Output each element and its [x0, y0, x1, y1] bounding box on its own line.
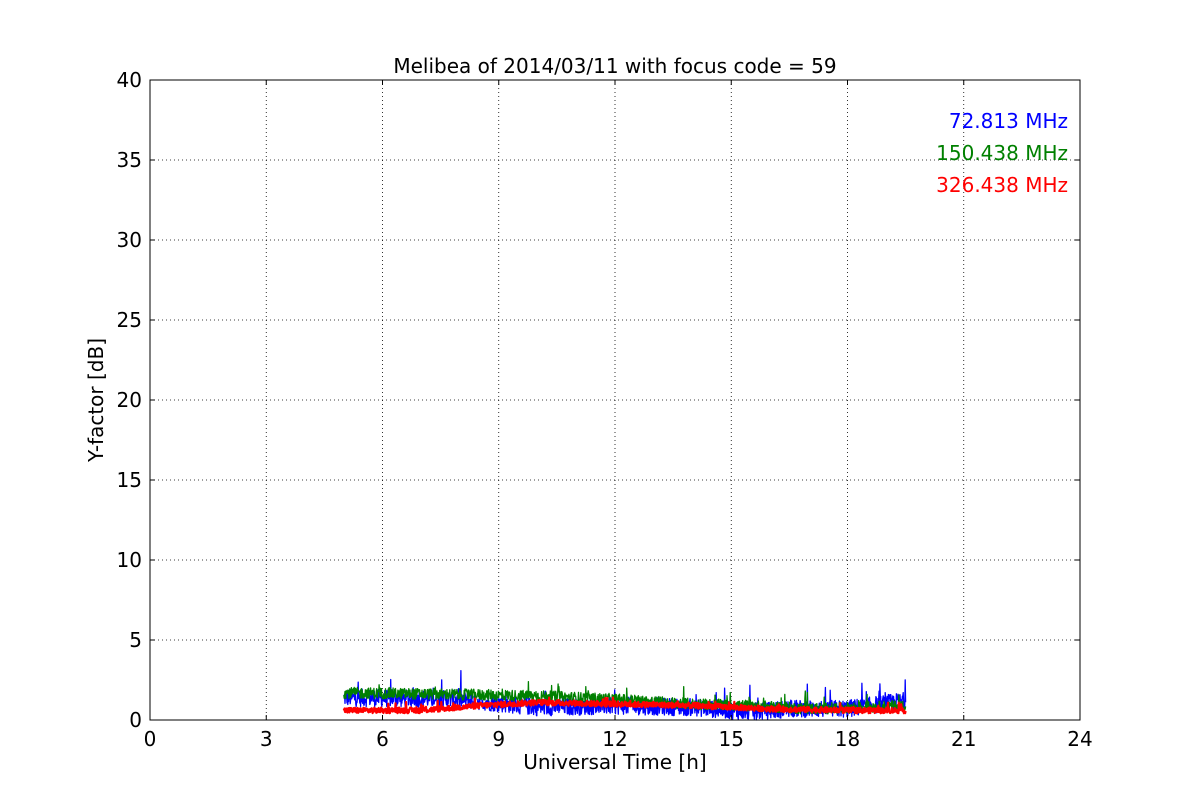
legend-entry: 326.438 MHz — [936, 173, 1068, 197]
x-tick-label: 12 — [602, 727, 627, 751]
x-tick-label: 0 — [144, 727, 157, 751]
legend-entry: 72.813 MHz — [949, 109, 1068, 133]
y-axis-label: Y-factor [dB] — [84, 338, 108, 463]
y-tick-label: 40 — [117, 68, 142, 92]
x-tick-label: 21 — [951, 727, 976, 751]
x-axis-label: Universal Time [h] — [523, 750, 706, 774]
x-tick-label: 9 — [492, 727, 505, 751]
legend: 72.813 MHz 150.438 MHz 326.438 MHz — [936, 109, 1068, 197]
y-tick-label: 35 — [117, 148, 142, 172]
x-tick-label: 24 — [1067, 727, 1092, 751]
y-tick-label: 30 — [117, 228, 142, 252]
y-tick-label: 25 — [117, 308, 142, 332]
x-tick-label: 6 — [376, 727, 389, 751]
y-tick-label: 10 — [117, 548, 142, 572]
x-tick-label: 3 — [260, 727, 273, 751]
series-layer — [342, 670, 907, 721]
y-tick-label: 20 — [117, 388, 142, 412]
y-factor-line-chart: Melibea of 2014/03/11 with focus code = … — [84, 54, 1093, 774]
y-tick-label: 0 — [129, 708, 142, 732]
chart-title: Melibea of 2014/03/11 with focus code = … — [393, 54, 836, 78]
legend-entry: 150.438 MHz — [936, 141, 1068, 165]
x-tick-label: 18 — [835, 727, 860, 751]
axis-ticks: 0 3 6 9 12 15 18 21 24 0 5 10 15 20 25 30 35 40 — [117, 68, 1093, 751]
x-tick-label: 15 — [719, 727, 744, 751]
y-tick-label: 5 — [129, 628, 142, 652]
y-tick-label: 15 — [117, 468, 142, 492]
